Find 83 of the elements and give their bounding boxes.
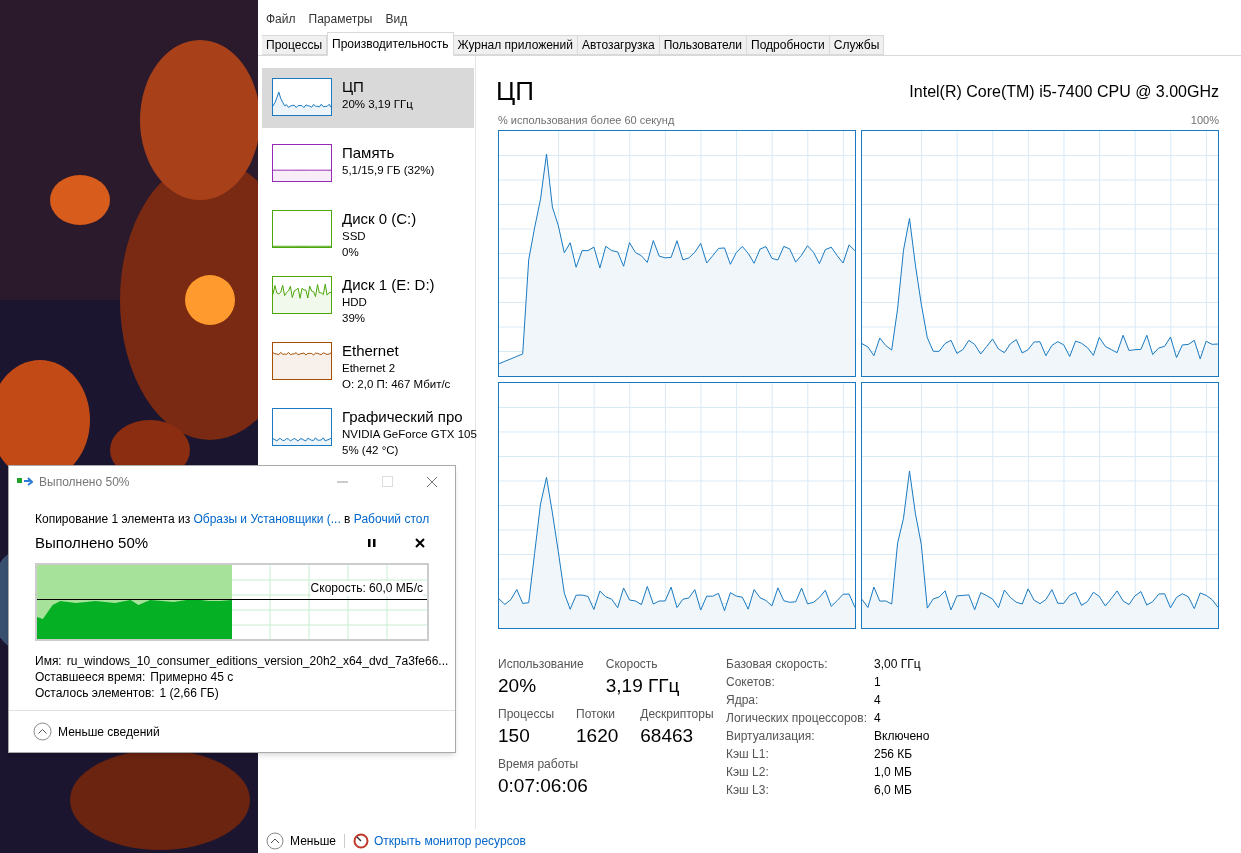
sidebar-item-detail: Ethernet 2 — [342, 361, 397, 376]
menu-item[interactable]: Параметры — [308, 10, 373, 28]
stat-label: Использование — [498, 655, 584, 673]
cpu-model: Intel(R) Core(TM) i5-7400 CPU @ 3.00GHz — [909, 82, 1219, 102]
stat-value: 150 — [498, 723, 531, 748]
sidebar-item[interactable]: Память 5,1/15,9 ГБ (32%) — [262, 134, 474, 194]
fewer-details-button[interactable]: Меньше — [266, 832, 336, 850]
detail-value: 1 (2,66 ГБ) — [159, 684, 219, 701]
spec-label: Ядра: — [726, 691, 760, 709]
target-link[interactable]: Рабочий стол — [353, 512, 430, 526]
spec-value: 1,0 МБ — [874, 763, 913, 781]
spec-value: 4 — [874, 709, 882, 727]
spec-label: Кэш L1: — [726, 745, 770, 763]
sidebar-item[interactable]: Диск 1 (E: D:) HDD 39% — [262, 266, 474, 326]
spec-label: Логических процессоров: — [726, 709, 868, 727]
sidebar-item-detail: SSD — [342, 229, 367, 244]
detail-value: ru_windows_10_consumer_editions_version_20h2_x64_dvd_7a3fe66... — [66, 652, 449, 669]
tab[interactable]: Производительность — [327, 32, 454, 56]
tab[interactable]: Службы — [829, 35, 885, 55]
page-title: ЦП — [496, 76, 534, 106]
detail-label: Имя: — [35, 652, 62, 669]
spec-label: Виртуализация: — [726, 727, 816, 745]
stat-value: 68463 — [640, 723, 695, 748]
spec-label: Кэш L3: — [726, 781, 770, 799]
spec-value: 1 — [874, 673, 882, 691]
stat-label: Дескрипторы — [640, 705, 714, 723]
spec-value: 3,00 ГГц — [874, 655, 922, 673]
gauge-icon — [353, 833, 369, 849]
sidebar-item[interactable]: ЦП 20% 3,19 ГГц — [262, 68, 474, 128]
copy-description: Копирование 1 элемента из Образы и Установщики (... в Рабочий стол — [35, 511, 429, 528]
copy-icon — [17, 476, 33, 488]
resource-monitor-link[interactable]: Открыть монитор ресурсов — [374, 832, 526, 850]
spec-value: 4 — [874, 691, 882, 709]
chevron-up-icon — [266, 832, 284, 850]
tab[interactable]: Подробности — [747, 35, 830, 55]
spec-label: Базовая скорость: — [726, 655, 829, 673]
sidebar-item-detail: 5,1/15,9 ГБ (32%) — [342, 163, 435, 178]
cancel-icon[interactable] — [415, 538, 425, 549]
sidebar-item-detail: 20% 3,19 ГГц — [342, 97, 413, 112]
dialog-title: Выполнено 50% — [39, 474, 131, 491]
pause-icon[interactable] — [367, 538, 377, 549]
sidebar-item[interactable]: Ethernet Ethernet 2 О: 2,0 П: 467 Мбит/с — [262, 332, 474, 392]
sidebar-item-title: Диск 0 (C:) — [342, 210, 417, 228]
graph-caption: % использования более 60 секунд — [498, 113, 675, 128]
spec-value: 256 КБ — [874, 745, 914, 763]
sidebar-item-title: Ethernet — [342, 342, 400, 360]
detail-label: Осталось элементов: — [35, 684, 155, 701]
fewer-details-button[interactable]: Меньше сведений — [33, 722, 160, 741]
menu-item[interactable]: Файл — [266, 10, 296, 28]
stat-value: 20% — [498, 673, 538, 698]
sidebar-item-detail: 5% (42 °C) — [342, 443, 400, 458]
stat-value: 1620 — [576, 723, 619, 748]
tab[interactable]: Пользователи — [659, 35, 748, 55]
sidebar-item-title: ЦП — [342, 78, 365, 96]
stat-label: Потоки — [576, 705, 617, 723]
sidebar-item-title: Память — [342, 144, 396, 162]
tab[interactable]: Процессы — [262, 35, 327, 55]
detail-value: Примерно 45 с — [150, 668, 234, 685]
stat-label: Скорость — [605, 655, 659, 673]
spec-label: Сокетов: — [726, 673, 776, 691]
sidebar-item-detail: О: 2,0 П: 467 Мбит/с — [342, 377, 451, 392]
stat-label: Процессы — [498, 705, 554, 723]
tab[interactable]: Автозагрузка — [577, 35, 660, 55]
sidebar-item-detail: HDD — [342, 295, 368, 310]
menu-item[interactable]: Вид — [385, 10, 408, 28]
graph-max-label: 100% — [1190, 113, 1219, 128]
stat-label: Время работы — [498, 755, 580, 773]
spec-value: Включено — [874, 727, 930, 745]
spec-value: 6,0 МБ — [874, 781, 913, 799]
stat-value: 0:07:06:06 — [498, 773, 589, 798]
sidebar-item-detail: 0% — [342, 245, 360, 260]
spec-label: Кэш L2: — [726, 763, 770, 781]
sidebar-item-title: Графический про — [342, 408, 464, 426]
sidebar-item-detail: NVIDIA GeForce GTX 105 — [342, 427, 477, 442]
progress-title: Выполнено 50% — [35, 533, 150, 553]
chevron-up-icon — [33, 722, 52, 741]
stat-value: 3,19 ГГц — [605, 673, 680, 698]
source-link[interactable]: Образы и Установщики (... — [193, 512, 341, 526]
sidebar-item[interactable]: Диск 0 (C:) SSD 0% — [262, 200, 474, 260]
sidebar-item-title: Диск 1 (E: D:) — [342, 276, 435, 294]
sidebar-item-detail: 39% — [342, 311, 367, 326]
detail-label: Оставшееся время: — [35, 668, 146, 685]
tab[interactable]: Журнал приложений — [453, 35, 578, 55]
